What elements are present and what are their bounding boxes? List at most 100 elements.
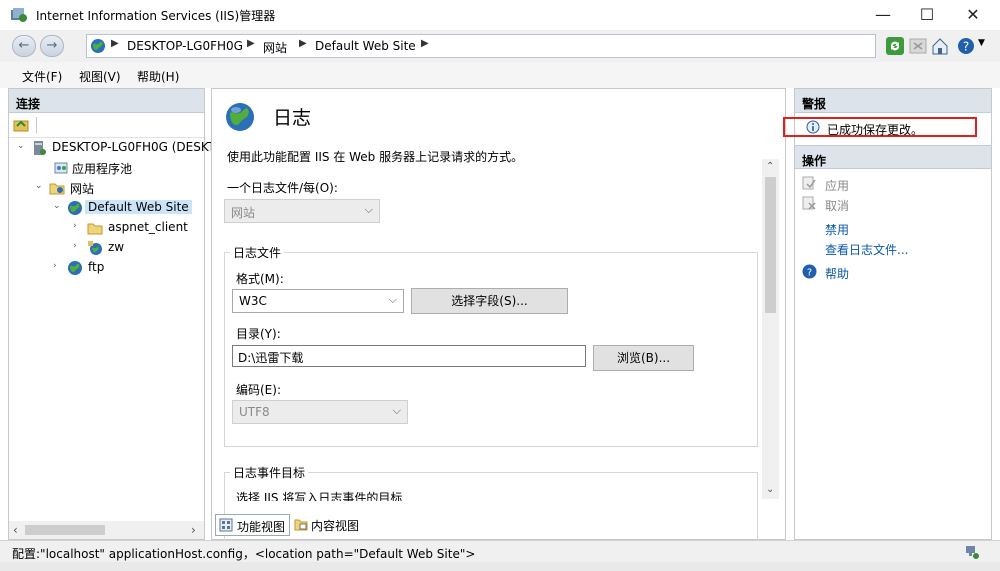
chevron-down-icon: ⌵ bbox=[388, 293, 397, 306]
tree-item-sites[interactable]: ⌄ 网站 bbox=[9, 178, 206, 198]
tree-item-label: aspnet_client bbox=[108, 220, 188, 234]
help-action[interactable]: 帮助 bbox=[825, 265, 849, 282]
browse-button[interactable]: 浏览(B)... bbox=[593, 345, 694, 371]
tree-item-server[interactable]: ⌄ DESKTOP-LG0FH0G (DESKT bbox=[9, 138, 215, 158]
tab-content-view[interactable]: 内容视图 bbox=[292, 514, 367, 536]
connections-pane: 连接 ⌄ DESKTOP-LG0FH0G (DESKT 应用程序池 ⌄ 网站 ⌄… bbox=[8, 88, 215, 540]
disable-action[interactable]: 禁用 bbox=[825, 221, 849, 238]
back-button[interactable]: ← bbox=[12, 35, 36, 57]
tree-item-zw[interactable]: › zw bbox=[9, 238, 206, 258]
crumb-default-site[interactable]: Default Web Site bbox=[315, 39, 416, 53]
globe-icon bbox=[68, 261, 82, 275]
features-view-icon bbox=[219, 518, 233, 532]
feature-pane: 日志 使用此功能配置 IIS 在 Web 服务器上记录请求的方式。 一个日志文件… bbox=[211, 88, 786, 540]
collapse-icon[interactable]: ⌄ bbox=[35, 181, 43, 191]
select-fields-button[interactable]: 选择字段(S)... bbox=[411, 288, 568, 314]
title-bar: Internet Information Services (IIS)管理器 —… bbox=[0, 0, 1000, 30]
directory-input[interactable]: D:\迅雷下载 bbox=[232, 345, 586, 367]
help-icon[interactable]: ? bbox=[956, 36, 976, 56]
help-icon: ? bbox=[802, 264, 817, 279]
scroll-right-icon[interactable]: › bbox=[191, 523, 196, 537]
log-per-value: 网站 bbox=[231, 206, 256, 220]
tab-features-view[interactable]: 功能视图 bbox=[215, 514, 290, 536]
status-text: 配置:"localhost" applicationHost.config，<l… bbox=[12, 547, 476, 561]
close-button[interactable]: ✕ bbox=[950, 0, 996, 30]
tree-item-ftp[interactable]: › ftp bbox=[9, 258, 206, 278]
scroll-down-icon[interactable]: ⌄ bbox=[766, 484, 774, 495]
log-event-group-title: 日志事件目标 bbox=[230, 464, 309, 481]
apply-action[interactable]: 应用 bbox=[825, 177, 849, 194]
cancel-icon bbox=[802, 196, 816, 210]
server-icon bbox=[34, 141, 46, 155]
content-view-icon bbox=[294, 519, 308, 531]
menu-help[interactable]: 帮助(H) bbox=[137, 68, 179, 85]
format-dropdown[interactable]: W3C ⌵ bbox=[232, 289, 404, 313]
menu-bar: 文件(F) 视图(V) 帮助(H) bbox=[0, 62, 1000, 88]
scroll-thumb[interactable] bbox=[25, 525, 105, 535]
encoding-value: UTF8 bbox=[239, 405, 270, 419]
log-per-dropdown[interactable]: 网站 ⌵ bbox=[224, 199, 380, 223]
expand-icon[interactable]: › bbox=[53, 261, 57, 271]
alert-message: 已成功保存更改。 bbox=[827, 123, 924, 137]
forward-button[interactable]: → bbox=[40, 35, 64, 57]
app-pool-icon bbox=[54, 162, 68, 174]
toolbar-divider bbox=[36, 117, 37, 133]
stop-icon[interactable] bbox=[908, 36, 928, 56]
tree-item-aspnet-client[interactable]: › aspnet_client bbox=[9, 218, 206, 238]
scroll-thumb[interactable] bbox=[765, 177, 776, 313]
actions-pane: 警报 已成功保存更改。 操作 应用 取消 禁用 查看日志文件... ? 帮助 bbox=[783, 88, 992, 540]
cancel-action[interactable]: 取消 bbox=[825, 197, 849, 214]
scroll-up-icon[interactable]: ⌃ bbox=[766, 161, 774, 172]
help-dropdown-icon[interactable]: ▼ bbox=[978, 38, 985, 48]
directory-label: 目录(Y): bbox=[236, 327, 281, 341]
collapse-icon[interactable]: ⌄ bbox=[53, 201, 61, 211]
logging-globe-icon bbox=[226, 103, 254, 131]
log-file-group-title: 日志文件 bbox=[230, 244, 285, 261]
actions-header: 操作 bbox=[795, 145, 991, 169]
menu-view[interactable]: 视图(V) bbox=[79, 68, 121, 85]
maximize-button[interactable]: ☐ bbox=[904, 0, 950, 30]
crumb-separator: ▶ bbox=[299, 38, 307, 49]
breadcrumb[interactable]: ▶ DESKTOP-LG0FH0G ▶ 网站 ▶ Default Web Sit… bbox=[86, 34, 876, 58]
refresh-icon[interactable] bbox=[885, 36, 905, 56]
crumb-separator: ▶ bbox=[421, 38, 429, 49]
iis-app-icon bbox=[11, 8, 27, 22]
tree-item-label: Default Web Site bbox=[85, 200, 192, 214]
home-icon[interactable] bbox=[930, 36, 950, 56]
connect-icon[interactable] bbox=[13, 117, 29, 133]
expand-icon[interactable]: › bbox=[73, 241, 77, 251]
menu-file[interactable]: 文件(F) bbox=[22, 68, 62, 85]
tree-item-label: ftp bbox=[88, 260, 105, 274]
tab-content-label: 内容视图 bbox=[311, 519, 360, 533]
crumb-server[interactable]: DESKTOP-LG0FH0G bbox=[127, 39, 243, 53]
collapse-icon[interactable]: ⌄ bbox=[17, 141, 25, 151]
crumb-separator: ▶ bbox=[111, 38, 119, 49]
scroll-left-icon[interactable]: ‹ bbox=[13, 523, 18, 537]
svg-text:?: ? bbox=[807, 268, 812, 279]
minimize-button[interactable]: — bbox=[860, 0, 906, 30]
crumb-sites[interactable]: 网站 bbox=[263, 39, 287, 56]
web-app-icon bbox=[88, 241, 102, 255]
globe-icon bbox=[68, 201, 82, 215]
crumb-separator: ▶ bbox=[247, 38, 255, 49]
tree-item-label: 网站 bbox=[70, 182, 95, 196]
format-value: W3C bbox=[239, 294, 267, 308]
window-title: Internet Information Services (IIS)管理器 bbox=[36, 9, 276, 23]
per-label: 一个日志文件/每(O): bbox=[227, 181, 338, 195]
encoding-dropdown[interactable]: UTF8 ⌵ bbox=[232, 400, 408, 424]
svg-text:?: ? bbox=[963, 40, 969, 54]
tree-item-default-web-site[interactable]: ⌄ Default Web Site bbox=[9, 198, 206, 218]
tree-item-label: 应用程序池 bbox=[72, 162, 133, 176]
tree-item-app-pools[interactable]: 应用程序池 bbox=[9, 158, 206, 178]
apply-icon bbox=[802, 176, 816, 190]
vertical-scrollbar[interactable]: ⌃ bbox=[762, 159, 779, 499]
expand-icon[interactable]: › bbox=[73, 221, 77, 231]
tree-item-label: zw bbox=[108, 240, 125, 254]
folder-icon bbox=[87, 223, 103, 235]
view-log-files-action[interactable]: 查看日志文件... bbox=[825, 241, 908, 258]
chevron-down-icon: ⌵ bbox=[364, 203, 373, 216]
horizontal-scrollbar[interactable]: ‹ › bbox=[9, 521, 204, 539]
globe-icon bbox=[91, 39, 105, 53]
sites-folder-icon bbox=[49, 183, 65, 195]
tree-item-label: DESKTOP-LG0FH0G (DESKT bbox=[52, 140, 216, 154]
